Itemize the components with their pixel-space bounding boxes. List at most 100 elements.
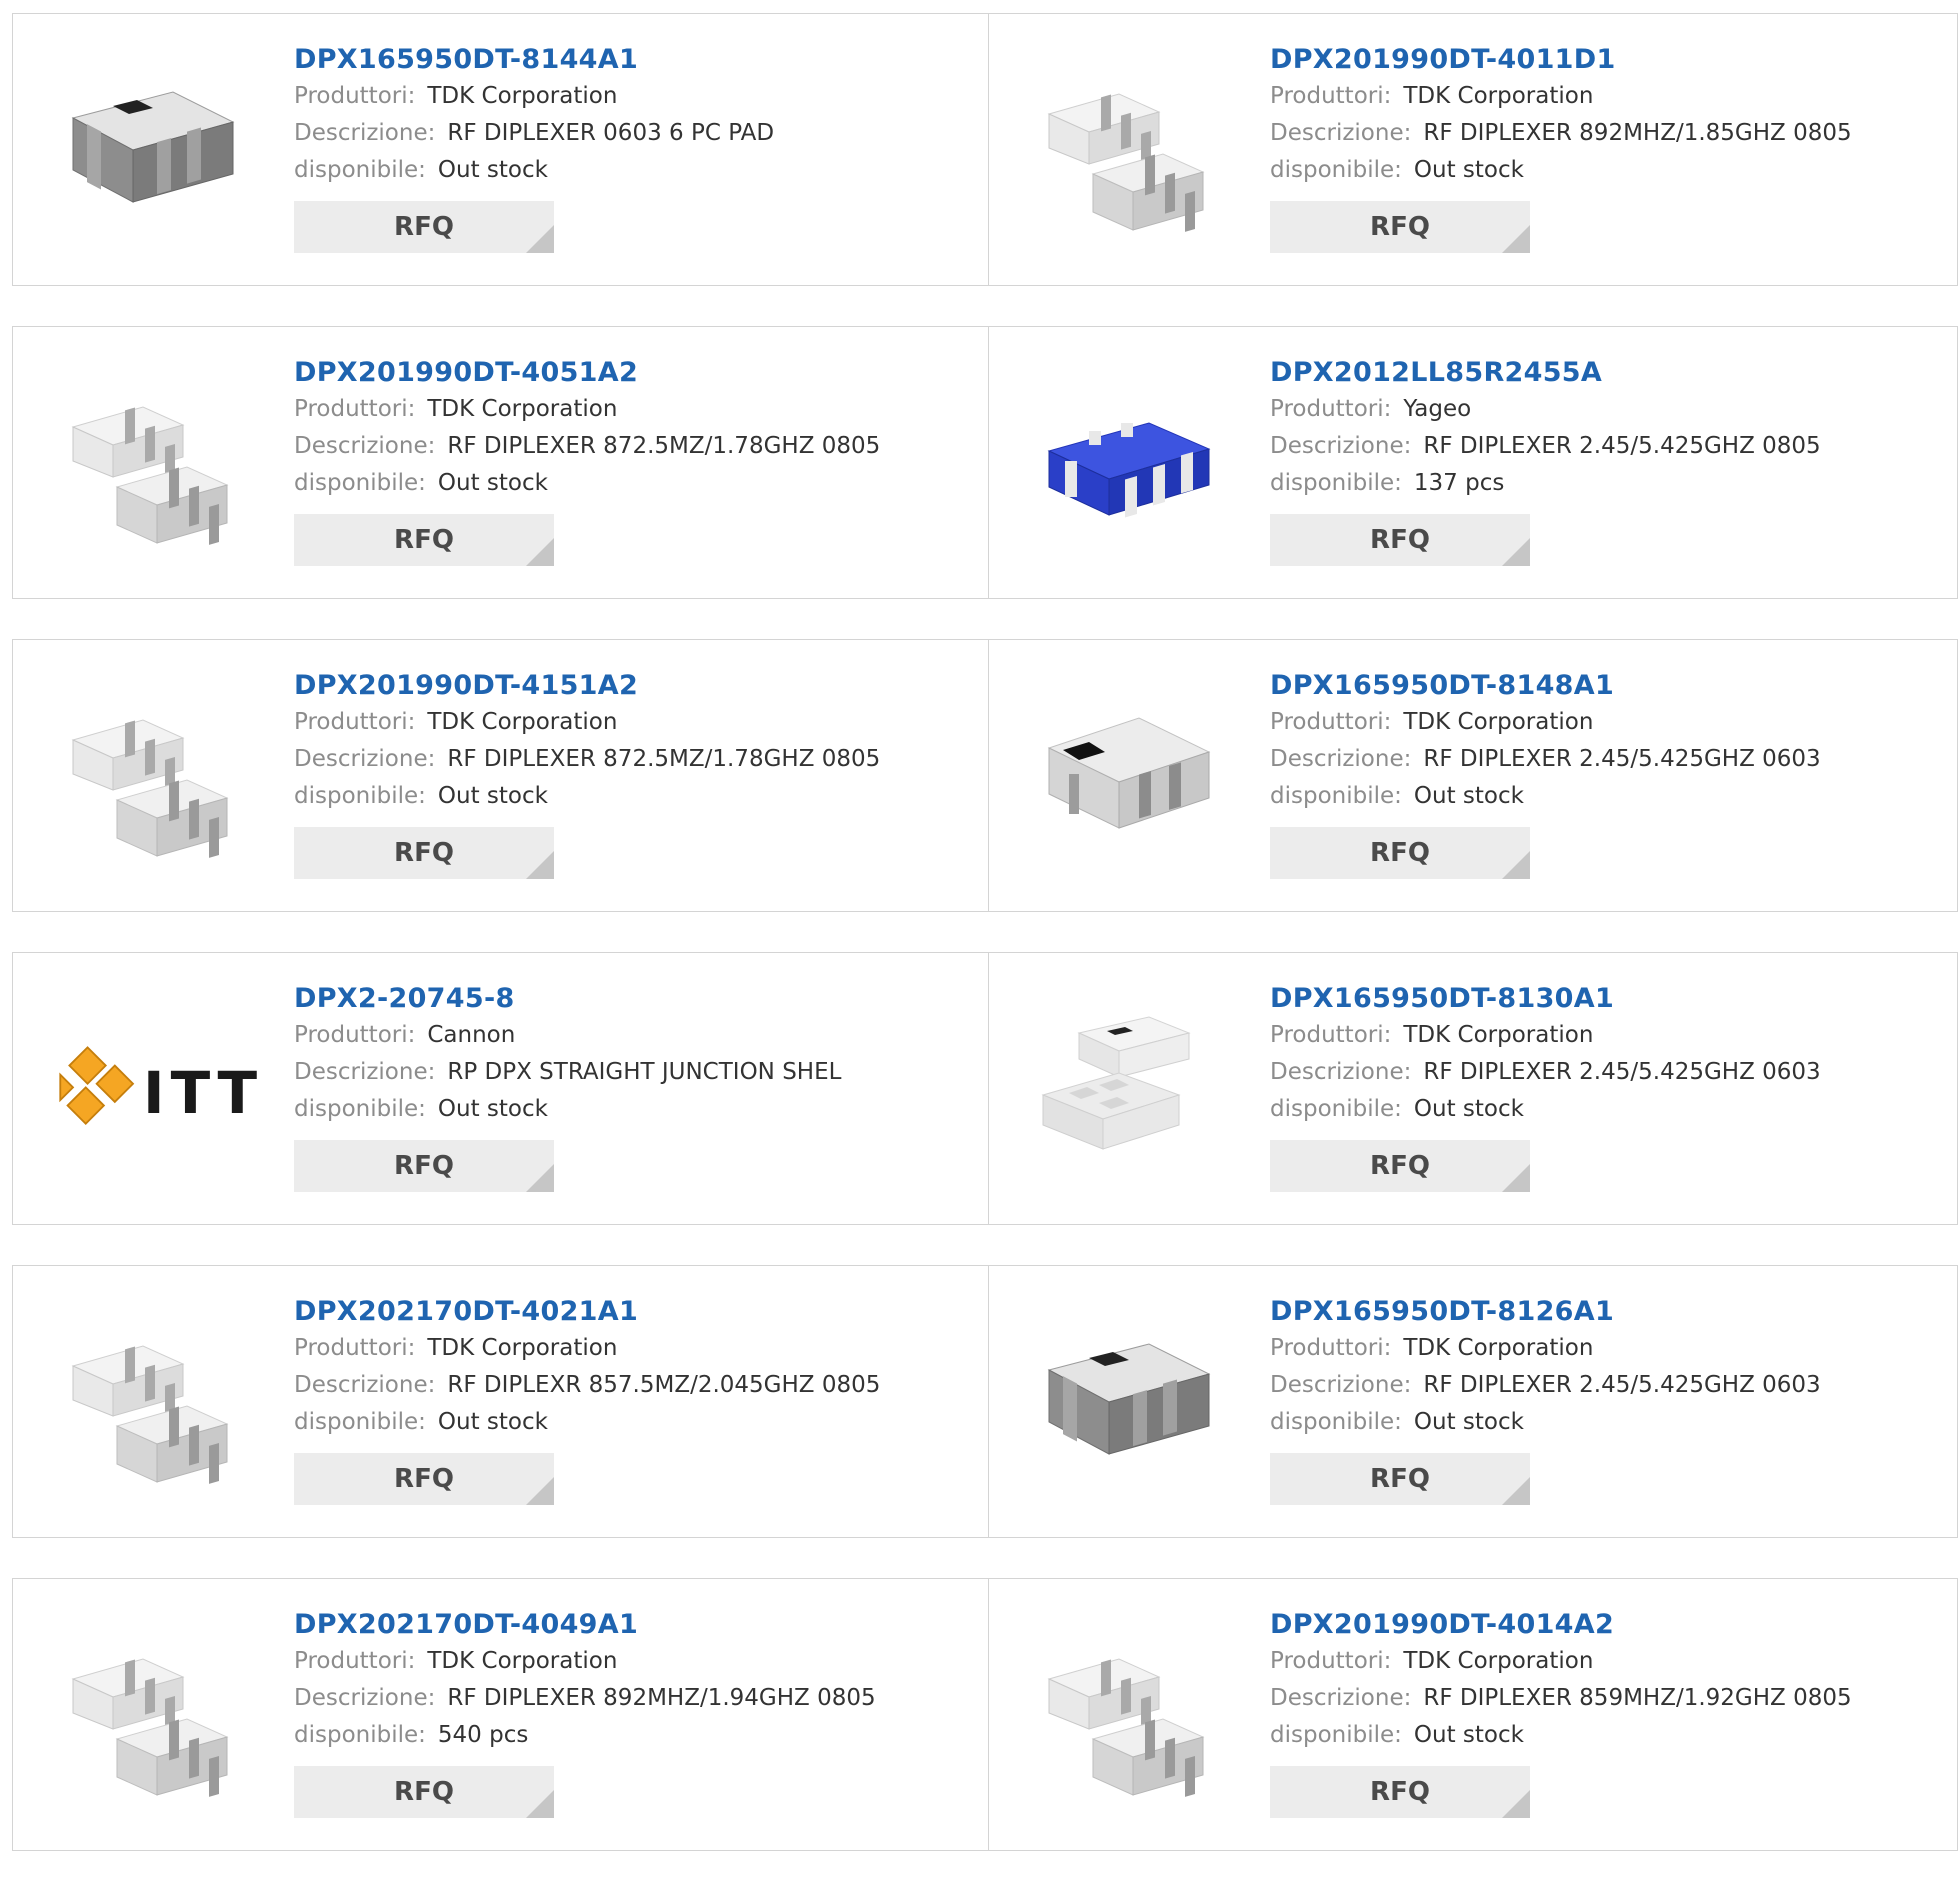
manufacturer-value: TDK Corporation <box>1403 83 1594 109</box>
product-card: DPX201990DT-4014A2 Produttori: TDK Corpor… <box>989 1578 1958 1851</box>
button-corner-decoration <box>526 225 554 253</box>
description-value: RP DPX STRAIGHT JUNCTION SHEL <box>447 1059 842 1085</box>
manufacturer-label: Produttori: <box>294 396 416 422</box>
availability-value: Out stock <box>437 157 548 183</box>
description-value: RF DIPLEXER 0603 6 PC PAD <box>447 120 775 146</box>
itt-logo[interactable]: ITT <box>53 991 257 1191</box>
part-number-link[interactable]: DPX165950DT-8144A1 <box>294 42 774 78</box>
two-chips-icon[interactable] <box>53 1617 253 1817</box>
manufacturer-value: TDK Corporation <box>1403 1335 1594 1361</box>
rfq-label: RFQ <box>394 525 454 555</box>
description-label: Descrizione: <box>1270 1685 1412 1711</box>
availability-label: disponibile: <box>294 470 426 496</box>
part-number-link[interactable]: DPX201990DT-4011D1 <box>1270 42 1852 78</box>
description-label: Descrizione: <box>1270 433 1412 459</box>
button-corner-decoration <box>1502 1164 1530 1192</box>
manufacturer-value: TDK Corporation <box>427 709 618 735</box>
part-number-link[interactable]: DPX2-20745-8 <box>294 981 841 1017</box>
product-info: DPX201990DT-4011D1 Produttori: TDK Corpor… <box>1270 42 1852 253</box>
availability-line: disponibile: Out stock <box>1270 152 1852 189</box>
blue-chip-icon[interactable] <box>1029 365 1229 565</box>
white-chips-icon[interactable] <box>1029 991 1229 1191</box>
availability-line: disponibile: Out stock <box>294 1091 841 1128</box>
rfq-button[interactable]: RFQ <box>294 1453 554 1505</box>
button-corner-decoration <box>526 851 554 879</box>
availability-label: disponibile: <box>294 1096 426 1122</box>
rfq-button[interactable]: RFQ <box>294 514 554 566</box>
manufacturer-label: Produttori: <box>1270 396 1392 422</box>
button-corner-decoration <box>526 1790 554 1818</box>
two-chips-icon[interactable] <box>1029 52 1229 252</box>
part-number-link[interactable]: DPX201990DT-4151A2 <box>294 668 880 704</box>
rfq-button[interactable]: RFQ <box>294 201 554 253</box>
rfq-label: RFQ <box>1370 1151 1430 1181</box>
description-label: Descrizione: <box>294 1685 436 1711</box>
manufacturer-line: Produttori: TDK Corporation <box>294 704 880 741</box>
rfq-label: RFQ <box>1370 838 1430 868</box>
manufacturer-line: Produttori: TDK Corporation <box>294 391 880 428</box>
description-value: RF DIPLEXER 892MHZ/1.85GHZ 0805 <box>1423 120 1852 146</box>
product-info: DPX201990DT-4051A2 Produttori: TDK Corpor… <box>294 355 880 566</box>
rfq-label: RFQ <box>394 838 454 868</box>
description-line: Descrizione: RF DIPLEXER 2.45/5.425GHZ 06… <box>1270 741 1821 778</box>
rfq-label: RFQ <box>1370 212 1430 242</box>
availability-value: Out stock <box>1413 157 1524 183</box>
availability-label: disponibile: <box>294 1722 426 1748</box>
manufacturer-value: TDK Corporation <box>427 396 618 422</box>
description-value: RF DIPLEXER 2.45/5.425GHZ 0603 <box>1423 1059 1821 1085</box>
manufacturer-value: Yageo <box>1403 396 1472 422</box>
two-chips-icon[interactable] <box>1029 1617 1229 1817</box>
two-chips-icon[interactable] <box>53 1304 253 1504</box>
dark-chip-icon[interactable] <box>53 52 253 252</box>
product-row: DPX202170DT-4049A1 Produttori: TDK Corpor… <box>12 1578 1958 1851</box>
rfq-button[interactable]: RFQ <box>1270 514 1530 566</box>
rfq-button[interactable]: RFQ <box>294 1766 554 1818</box>
manufacturer-value: Cannon <box>427 1022 516 1048</box>
product-info: DPX165950DT-8144A1 Produttori: TDK Corpor… <box>294 42 774 253</box>
manufacturer-label: Produttori: <box>1270 709 1392 735</box>
rfq-button[interactable]: RFQ <box>1270 1766 1530 1818</box>
button-corner-decoration <box>1502 225 1530 253</box>
availability-value: Out stock <box>1413 1722 1524 1748</box>
manufacturer-label: Produttori: <box>294 1335 416 1361</box>
rfq-button[interactable]: RFQ <box>294 1140 554 1192</box>
rfq-button[interactable]: RFQ <box>294 827 554 879</box>
part-number-link[interactable]: DPX165950DT-8148A1 <box>1270 668 1821 704</box>
part-number-link[interactable]: DPX165950DT-8130A1 <box>1270 981 1821 1017</box>
two-chips-icon[interactable] <box>53 678 253 878</box>
product-card: DPX201990DT-4011D1 Produttori: TDK Corpor… <box>989 13 1958 286</box>
manufacturer-value: TDK Corporation <box>1403 1022 1594 1048</box>
description-label: Descrizione: <box>1270 1372 1412 1398</box>
description-line: Descrizione: RF DIPLEXER 2.45/5.425GHZ 08… <box>1270 428 1821 465</box>
description-label: Descrizione: <box>294 1059 436 1085</box>
availability-value: Out stock <box>437 1096 548 1122</box>
manufacturer-line: Produttori: TDK Corporation <box>294 1330 880 1367</box>
part-number-link[interactable]: DPX202170DT-4049A1 <box>294 1607 876 1643</box>
availability-line: disponibile: 540 pcs <box>294 1717 876 1754</box>
part-number-link[interactable]: DPX202170DT-4021A1 <box>294 1294 880 1330</box>
description-label: Descrizione: <box>1270 1059 1412 1085</box>
light-chip-icon[interactable] <box>1029 678 1229 878</box>
rfq-button[interactable]: RFQ <box>1270 1140 1530 1192</box>
availability-label: disponibile: <box>294 783 426 809</box>
description-label: Descrizione: <box>294 1372 436 1398</box>
product-info: DPX201990DT-4151A2 Produttori: TDK Corpor… <box>294 668 880 879</box>
dark-chip-icon[interactable] <box>1029 1304 1229 1504</box>
product-card: ITT DPX2-20745-8 Produttori: Cannon Descr… <box>12 952 989 1225</box>
rfq-button[interactable]: RFQ <box>1270 827 1530 879</box>
availability-line: disponibile: Out stock <box>294 1404 880 1441</box>
part-number-link[interactable]: DPX201990DT-4051A2 <box>294 355 880 391</box>
rfq-label: RFQ <box>394 1777 454 1807</box>
two-chips-icon[interactable] <box>53 365 253 565</box>
part-number-link[interactable]: DPX2012LL85R2455A <box>1270 355 1821 391</box>
availability-value: 540 pcs <box>437 1722 529 1748</box>
product-row: DPX201990DT-4151A2 Produttori: TDK Corpor… <box>12 639 1958 912</box>
rfq-button[interactable]: RFQ <box>1270 1453 1530 1505</box>
availability-label: disponibile: <box>1270 1409 1402 1435</box>
availability-value: Out stock <box>437 783 548 809</box>
part-number-link[interactable]: DPX165950DT-8126A1 <box>1270 1294 1821 1330</box>
rfq-button[interactable]: RFQ <box>1270 201 1530 253</box>
product-card: DPX165950DT-8126A1 Produttori: TDK Corpor… <box>989 1265 1958 1538</box>
manufacturer-line: Produttori: TDK Corporation <box>1270 1330 1821 1367</box>
part-number-link[interactable]: DPX201990DT-4014A2 <box>1270 1607 1852 1643</box>
